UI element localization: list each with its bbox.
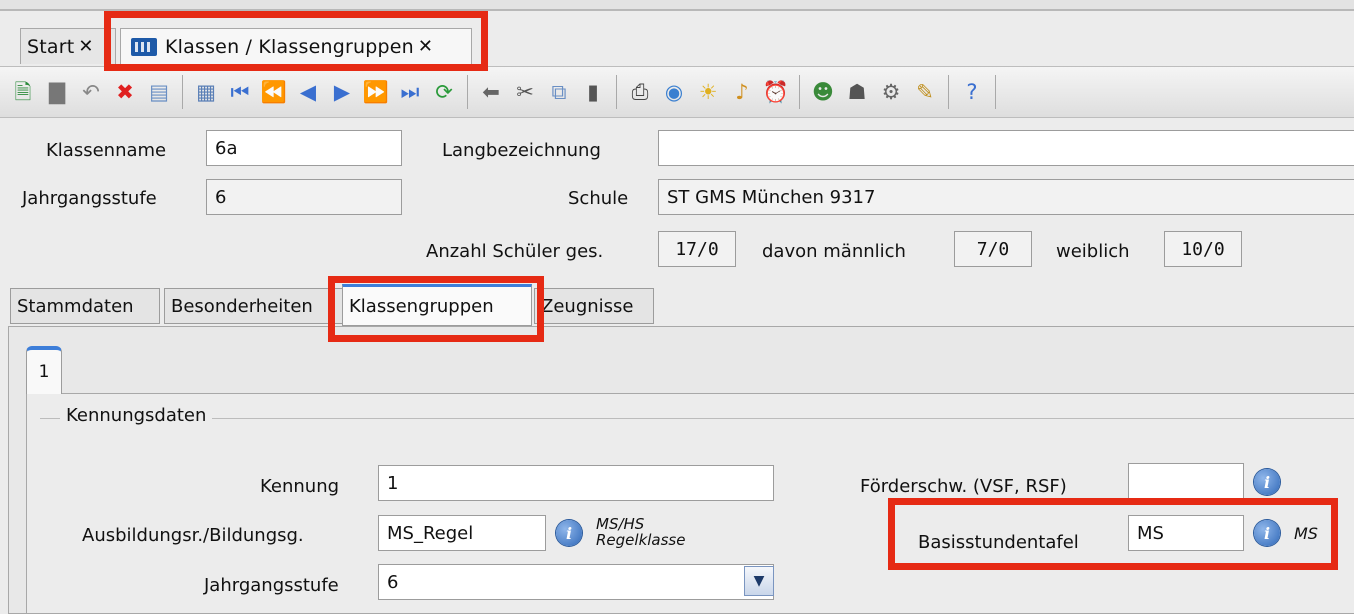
settings-icon[interactable]: ⚙ (878, 79, 904, 105)
ausbildung-note-line1: MS/HS (596, 515, 645, 533)
chevron-down-icon[interactable]: ▼ (744, 566, 774, 596)
subtab-besonderheiten-label: Besonderheiten (171, 295, 313, 317)
delete-icon[interactable]: ✖ (112, 79, 138, 105)
paste-icon[interactable]: ▮ (580, 79, 606, 105)
kennungsdaten-group-title: Kennungsdaten (60, 405, 213, 426)
group-border-line (40, 418, 1354, 419)
save-icon[interactable]: ▇ (44, 79, 70, 105)
subtab-besonderheiten[interactable]: Besonderheiten (164, 288, 344, 324)
toolbar-separator (467, 75, 468, 109)
fast-back-icon[interactable]: ⏪ (261, 79, 287, 105)
inner-tab-1[interactable]: 1 (26, 346, 62, 394)
anzahl-schueler-label: Anzahl Schüler ges. (426, 241, 604, 262)
new-record-icon[interactable]: 🗎 (10, 79, 36, 105)
help-icon[interactable]: ? (959, 79, 985, 105)
preview-icon[interactable]: ◉ (661, 79, 687, 105)
users-icon[interactable]: ☻ (810, 79, 836, 105)
previous-record-icon[interactable]: ◀ (295, 79, 321, 105)
toolbar: 🗎 ▇ ↶ ✖ ▤ ▦ ⏮ ⏪ ◀ ▶ ⏩ ⏭ ⟳ ⬅ ✂ ⧉ ▮ ⎙ ◉ ☀ … (0, 66, 1354, 118)
langbezeichnung-field[interactable] (658, 130, 1354, 166)
list-view-icon[interactable]: ▦ (193, 79, 219, 105)
subtab-stammdaten[interactable]: Stammdaten (10, 288, 160, 324)
basisstundentafel-label: Basisstundentafel (918, 532, 1079, 553)
maennlich-label: davon männlich (762, 241, 906, 262)
subtab-klassengruppen[interactable]: Klassengruppen (342, 284, 532, 326)
subtab-klassengruppen-label: Klassengruppen (349, 295, 494, 317)
window-top-strip (0, 0, 1354, 11)
info-icon[interactable]: i (1254, 469, 1280, 495)
info-icon[interactable]: i (1254, 520, 1280, 546)
bell-icon[interactable]: ♪ (729, 79, 755, 105)
tab-klassen-label: Klassen / Klassengruppen (165, 35, 414, 58)
copy-icon[interactable]: ⧉ (546, 79, 572, 105)
ausbildung-field[interactable]: MS_Regel (378, 515, 546, 551)
toolbar-separator (799, 75, 800, 109)
first-record-icon[interactable]: ⏮ (227, 79, 253, 105)
print-icon[interactable]: ⎙ (627, 79, 653, 105)
kennung-field[interactable]: 1 (378, 465, 774, 501)
klassenname-field[interactable]: 6a (206, 130, 402, 166)
basisstundentafel-field[interactable]: MS (1128, 515, 1244, 551)
foerderschwerpunkt-field[interactable] (1128, 463, 1244, 499)
discard-icon[interactable]: ▤ (146, 79, 172, 105)
refresh-icon[interactable]: ⟳ (431, 79, 457, 105)
basisstundentafel-note: MS (1294, 524, 1318, 543)
tab-klassen-klassengruppen[interactable]: Klassen / Klassengruppen ✕ (120, 28, 472, 64)
toolbar-separator (616, 75, 617, 109)
tab-start-label: Start (27, 35, 75, 58)
back-arrow-icon[interactable]: ⬅ (478, 79, 504, 105)
info-icon[interactable]: i (556, 520, 582, 546)
hint-bulb-icon[interactable]: ☀ (695, 79, 721, 105)
toolbar-separator (995, 75, 996, 109)
fast-forward-icon[interactable]: ⏩ (363, 79, 389, 105)
edit-note-icon[interactable]: ✎ (912, 79, 938, 105)
anzahl-schueler-field: 17/0 (658, 231, 736, 267)
jahrgangsstufe-field[interactable]: 6 (206, 179, 402, 215)
toolbar-separator (182, 75, 183, 109)
last-record-icon[interactable]: ⏭ (397, 79, 423, 105)
foerderschwerpunkt-label: Förderschw. (VSF, RSF) (860, 476, 1067, 497)
toolbar-separator (948, 75, 949, 109)
subtab-zeugnisse-label: Zeugnisse (541, 295, 634, 317)
cut-icon[interactable]: ✂ (512, 79, 538, 105)
schule-field[interactable]: ST GMS München 9317 (658, 179, 1354, 215)
maennlich-field: 7/0 (954, 231, 1032, 267)
next-record-icon[interactable]: ▶ (329, 79, 355, 105)
ausbildung-note-line2: Regelklasse (596, 531, 686, 549)
close-icon[interactable]: ✕ (418, 36, 433, 57)
class-table-icon (131, 37, 157, 56)
jahrgangsstufe-label: Jahrgangsstufe (22, 188, 157, 209)
subtab-zeugnisse[interactable]: Zeugnisse (534, 288, 654, 324)
klassenname-label: Klassenname (46, 140, 167, 161)
schule-label: Schule (568, 188, 629, 209)
tab-start[interactable]: Start ✕ (20, 28, 116, 64)
langbezeichnung-label: Langbezeichnung (442, 140, 601, 161)
weiblich-field: 10/0 (1164, 231, 1242, 267)
alarm-clock-icon[interactable]: ⏰ (763, 79, 789, 105)
undo-icon[interactable]: ↶ (78, 79, 104, 105)
ausbildung-label: Ausbildungsr./Bildungsg. (82, 525, 304, 546)
subtab-stammdaten-label: Stammdaten (17, 295, 134, 317)
user-group-icon[interactable]: ☗ (844, 79, 870, 105)
kennung-label: Kennung (260, 476, 340, 497)
close-icon[interactable]: ✕ (78, 36, 93, 57)
weiblich-label: weiblich (1056, 241, 1130, 262)
jahrgangsstufe-select[interactable]: 6 (378, 564, 774, 600)
jahrgangsstufe-group-label: Jahrgangsstufe (204, 575, 339, 596)
